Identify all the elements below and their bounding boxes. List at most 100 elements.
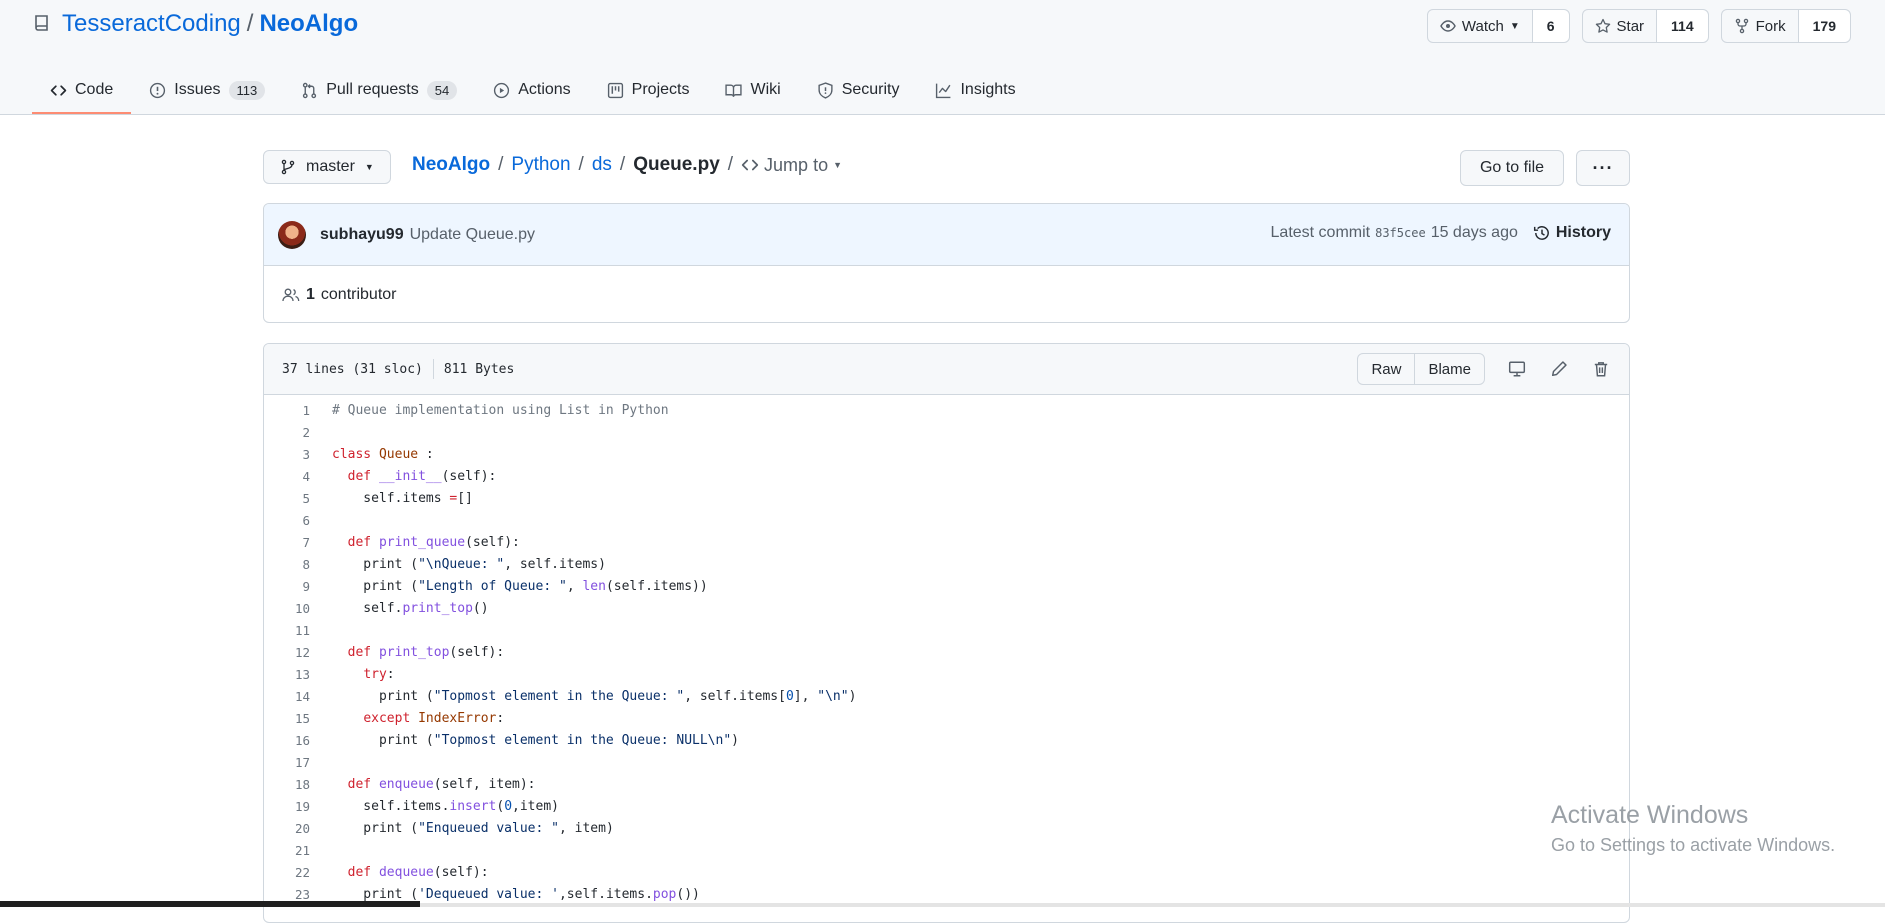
- line-number[interactable]: 23: [264, 887, 310, 902]
- more-options-button[interactable]: ···: [1576, 150, 1630, 186]
- contributors-row[interactable]: 1 contributor: [264, 266, 1629, 322]
- line-number[interactable]: 16: [264, 733, 310, 748]
- pull-requests-count-badge: 54: [426, 80, 458, 100]
- code-text: def print_top(self):: [347, 644, 505, 660]
- code-body: 1 # Queue implementation using List in Py…: [264, 395, 1629, 905]
- activate-windows-watermark: Activate Windows Go to Settings to activ…: [1551, 801, 1835, 856]
- tab-label: Projects: [631, 81, 690, 98]
- line-number[interactable]: 22: [264, 865, 310, 880]
- code-text: # Queue implementation using List in Pyt…: [332, 402, 669, 418]
- jump-to-dropdown[interactable]: Jump to ▼: [741, 155, 842, 176]
- branch-name: master: [306, 158, 355, 175]
- tab-label: Issues: [174, 81, 221, 98]
- code-line: 11: [264, 619, 1629, 641]
- commit-sha[interactable]: 83f5cee: [1375, 226, 1426, 240]
- breadcrumb-python-link[interactable]: Python: [511, 154, 570, 176]
- line-number[interactable]: 1: [264, 403, 310, 418]
- taskbar-edge: [0, 901, 420, 907]
- commit-message[interactable]: Update Queue.py: [410, 226, 535, 244]
- repo-actions: Watch ▼ 6 Star 114 Fork 179: [1426, 9, 1851, 43]
- line-number[interactable]: 3: [264, 447, 310, 462]
- line-number[interactable]: 10: [264, 601, 310, 616]
- trash-icon[interactable]: [1591, 359, 1611, 379]
- watch-button[interactable]: Watch ▼: [1428, 10, 1533, 42]
- branch-select-button[interactable]: master ▼: [263, 150, 391, 184]
- watch-button-group: Watch ▼ 6: [1426, 9, 1570, 43]
- code-text: print ("\nQueue: ", self.items): [332, 556, 606, 572]
- line-number[interactable]: 15: [264, 711, 310, 726]
- code-line: 7 def print_queue(self):: [264, 531, 1629, 553]
- commit-meta: Latest commit 83f5cee 15 days ago Histor…: [1271, 224, 1611, 242]
- code-line: 8 print ("\nQueue: ", self.items): [264, 553, 1629, 575]
- file-viewer: 37 lines (31 sloc) 811 Bytes Raw Blame 1…: [263, 343, 1630, 923]
- tab-security[interactable]: Security: [799, 66, 918, 114]
- tab-label: Code: [75, 81, 114, 98]
- breadcrumb-ds-link[interactable]: ds: [592, 154, 612, 176]
- line-number[interactable]: 4: [264, 469, 310, 484]
- fork-button[interactable]: Fork: [1722, 10, 1799, 42]
- caret-down-icon: ▼: [1509, 20, 1520, 32]
- line-number[interactable]: 20: [264, 821, 310, 836]
- code-line: 6: [264, 509, 1629, 531]
- code-line: 14 print ("Topmost element in the Queue:…: [264, 685, 1629, 707]
- blame-button[interactable]: Blame: [1414, 354, 1484, 384]
- caret-down-icon: ▼: [364, 162, 374, 172]
- code-line: 19 self.items.insert(0,item): [264, 795, 1629, 817]
- breadcrumb: NeoAlgo / Python / ds / Queue.py / Jump …: [412, 154, 842, 176]
- code-text: print ("Topmost element in the Queue: ",…: [332, 688, 857, 704]
- raw-button[interactable]: Raw: [1358, 354, 1414, 384]
- fork-button-group: Fork 179: [1720, 9, 1851, 43]
- tab-pull-requests[interactable]: Pull requests 54: [283, 66, 475, 114]
- tab-actions[interactable]: Actions: [475, 66, 588, 114]
- tab-label: Insights: [960, 81, 1016, 98]
- watch-label: Watch: [1461, 17, 1504, 35]
- watch-count[interactable]: 6: [1532, 10, 1569, 42]
- code-line: 21: [264, 839, 1629, 861]
- repo-owner-link[interactable]: TesseractCoding: [62, 10, 241, 38]
- repo-name-link[interactable]: NeoAlgo: [259, 10, 358, 38]
- go-to-file-button[interactable]: Go to file: [1460, 150, 1564, 186]
- tab-code[interactable]: Code: [32, 66, 132, 114]
- code-line: 15 except IndexError:: [264, 707, 1629, 729]
- star-count[interactable]: 114: [1657, 10, 1708, 42]
- tab-issues[interactable]: Issues 113: [131, 66, 283, 114]
- commit-age: 15 days ago: [1430, 224, 1518, 241]
- history-icon: [1533, 226, 1549, 240]
- line-number[interactable]: 14: [264, 689, 310, 704]
- avatar[interactable]: [278, 220, 306, 249]
- breadcrumb-separator: /: [578, 154, 584, 175]
- commit-author[interactable]: subhayu99: [320, 226, 404, 244]
- line-number[interactable]: 21: [264, 843, 310, 858]
- star-button[interactable]: Star: [1583, 10, 1658, 42]
- desktop-icon[interactable]: [1507, 359, 1527, 379]
- tab-insights[interactable]: Insights: [917, 66, 1033, 114]
- breadcrumb-file-name: Queue.py: [633, 154, 720, 175]
- line-number[interactable]: 11: [264, 623, 310, 638]
- file-size: 811 Bytes: [443, 361, 515, 377]
- line-number[interactable]: 8: [264, 557, 310, 572]
- breadcrumb-root-link[interactable]: NeoAlgo: [412, 154, 490, 176]
- line-number[interactable]: 18: [264, 777, 310, 792]
- line-number[interactable]: 9: [264, 579, 310, 594]
- star-button-group: Star 114: [1581, 9, 1709, 43]
- history-label: History: [1555, 224, 1611, 241]
- line-number[interactable]: 6: [264, 513, 310, 528]
- history-link[interactable]: History: [1533, 224, 1611, 242]
- code-line: 18 def enqueue(self, item):: [264, 773, 1629, 795]
- line-number[interactable]: 7: [264, 535, 310, 550]
- code-line: 17: [264, 751, 1629, 773]
- code-text: class Queue :: [332, 446, 434, 462]
- line-number[interactable]: 13: [264, 667, 310, 682]
- line-number[interactable]: 12: [264, 645, 310, 660]
- tab-wiki[interactable]: Wiki: [707, 66, 798, 114]
- commit-summary: subhayu99 Update Queue.py Latest commit …: [264, 204, 1629, 266]
- tab-projects[interactable]: Projects: [589, 66, 708, 114]
- line-number[interactable]: 2: [264, 425, 310, 440]
- pencil-icon[interactable]: [1549, 359, 1569, 379]
- line-number[interactable]: 5: [264, 491, 310, 506]
- repo-tabs: Code Issues 113 Pull requests 54 Actions…: [32, 66, 1034, 114]
- code-line: 20 print ("Enqueued value: ", item): [264, 817, 1629, 839]
- line-number[interactable]: 19: [264, 799, 310, 814]
- line-number[interactable]: 17: [264, 755, 310, 770]
- fork-count[interactable]: 179: [1798, 10, 1850, 42]
